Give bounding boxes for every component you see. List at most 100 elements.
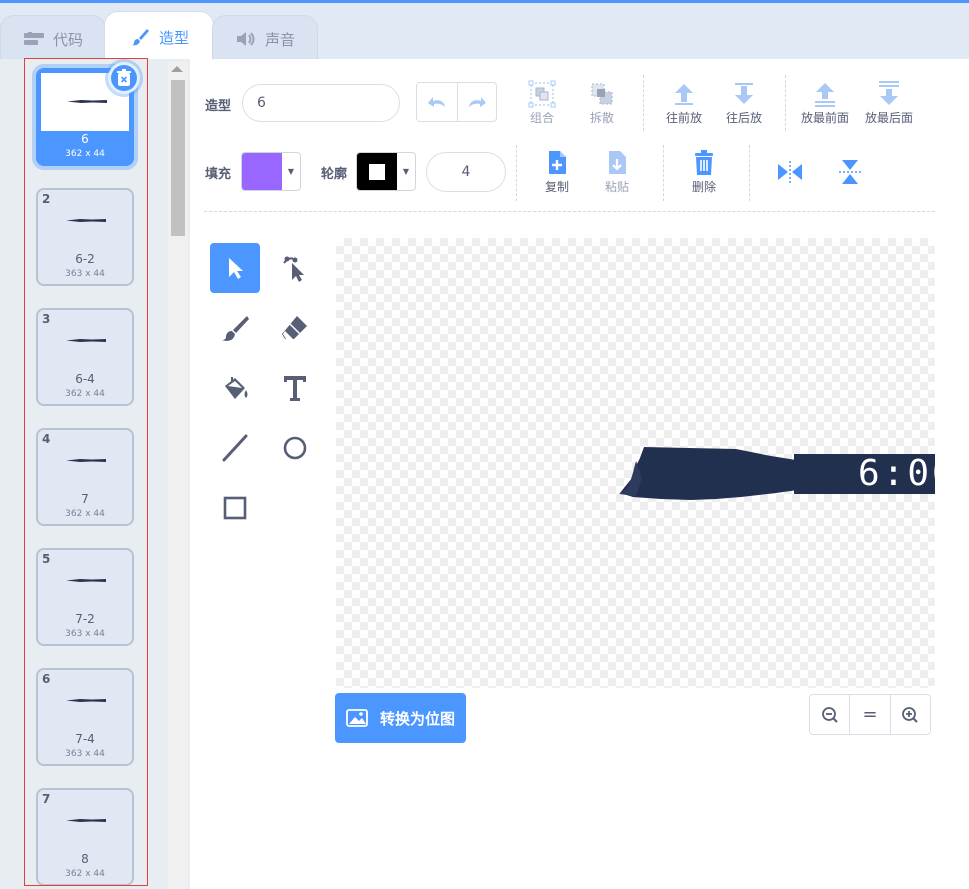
text-tool[interactable] (270, 363, 320, 413)
image-icon (346, 709, 368, 727)
delete-button[interactable]: 删除 (674, 148, 734, 195)
toolbar-divider (663, 145, 664, 201)
fill-color-swatch (242, 153, 282, 190)
brush-tool[interactable] (210, 303, 260, 353)
costume-size: 362 x 44 (65, 509, 105, 519)
circle-icon (283, 436, 307, 460)
costume-number: 6 (42, 672, 51, 686)
costume-number: 5 (42, 552, 51, 566)
zoom-controls: = (809, 694, 931, 735)
costume-thumbnail (66, 339, 106, 342)
costume-number: 2 (42, 192, 51, 206)
flip-horizontal-icon (778, 161, 802, 183)
drawing-canvas[interactable]: 6:00 (336, 238, 935, 688)
toolbar-divider (749, 145, 750, 201)
reshape-icon (283, 256, 304, 282)
costume-name: 7-4 (75, 732, 95, 746)
flip-horizontal-button[interactable] (760, 157, 820, 187)
paste-label: 粘贴 (604, 180, 629, 194)
scroll-thumb[interactable] (171, 80, 185, 236)
costume-name: 6 (81, 132, 89, 146)
trash-icon (117, 69, 131, 86)
eraser-icon (282, 316, 307, 339)
sprite-drawing (619, 447, 935, 500)
costume-card[interactable]: 4 7 362 x 44 (36, 428, 134, 526)
back-label: 放最后面 (864, 111, 913, 125)
select-icon (229, 258, 243, 279)
costume-thumbnail (66, 459, 106, 462)
paste-button[interactable]: 粘贴 (587, 148, 647, 195)
outline-color-picker[interactable]: ▼ (356, 152, 416, 191)
costume-number: 7 (42, 792, 51, 806)
costume-name: 6-4 (75, 372, 95, 386)
line-icon (222, 434, 248, 462)
chevron-down-icon: ▼ (287, 167, 295, 176)
forward-button[interactable]: 往前放 (654, 79, 714, 126)
fill-tool[interactable] (210, 363, 260, 413)
scroll-up-arrow-icon[interactable] (171, 66, 183, 72)
convert-to-bitmap-button[interactable]: 转换为位图 (335, 693, 466, 743)
rectangle-tool[interactable] (210, 483, 260, 533)
costume-card[interactable]: 7 8 362 x 44 (36, 788, 134, 885)
zoom-out-button[interactable] (810, 695, 849, 734)
backward-label: 往后放 (725, 111, 762, 125)
bring-to-front-icon (815, 83, 835, 107)
costume-list[interactable]: 1 6 362 x 44 2 6-2 363 x 44 3 6-4 362 x 44 4 7 362 … (24, 58, 148, 886)
costume-number: 4 (42, 432, 51, 446)
copy-icon (549, 151, 566, 174)
outline-width-value: 4 (461, 164, 471, 180)
costume-name-label: 造型 (205, 99, 232, 114)
delete-costume-button[interactable] (108, 62, 140, 94)
circle-tool[interactable] (270, 423, 320, 473)
costume-name: 7-2 (75, 612, 95, 626)
costume-size: 363 x 44 (65, 749, 105, 759)
copy-button[interactable]: 复制 (527, 148, 587, 195)
front-button[interactable]: 放最前面 (795, 79, 855, 126)
send-to-back-icon (879, 81, 899, 105)
costume-list-scrollbar[interactable] (168, 62, 188, 889)
group-button[interactable]: 组合 (512, 79, 572, 126)
ungroup-button[interactable]: 拆散 (572, 79, 632, 126)
ungroup-icon (591, 83, 613, 105)
brush-icon (222, 316, 249, 341)
backward-button[interactable]: 往后放 (714, 79, 774, 126)
zoom-in-button[interactable] (889, 695, 930, 734)
outline-width-input[interactable]: 4 (426, 152, 506, 192)
redo-button[interactable] (456, 83, 497, 121)
costume-card[interactable]: 6 7-4 363 x 44 (36, 668, 134, 766)
tab-code[interactable]: 代码 (0, 15, 106, 62)
toolbar-divider-horizontal (204, 211, 935, 212)
flip-vertical-button[interactable] (820, 157, 880, 187)
tab-costumes[interactable]: 造型 (104, 11, 214, 62)
zoom-reset-icon: = (862, 704, 878, 725)
eraser-tool[interactable] (270, 303, 320, 353)
costume-name: 7 (81, 492, 89, 506)
rectangle-icon (223, 496, 247, 520)
costume-card[interactable]: 2 6-2 363 x 44 (36, 188, 134, 286)
zoom-reset-button[interactable]: = (849, 695, 889, 734)
costume-size: 362 x 44 (65, 149, 105, 159)
back-button[interactable]: 放最后面 (859, 79, 919, 126)
zoom-out-icon (821, 706, 838, 723)
tab-code-label: 代码 (52, 30, 83, 49)
costume-card[interactable]: 3 6-4 362 x 44 (36, 308, 134, 406)
line-tool[interactable] (210, 423, 260, 473)
backward-icon (735, 83, 753, 104)
fill-color-picker[interactable]: ▼ (241, 152, 301, 191)
undo-button[interactable] (417, 83, 457, 121)
tab-sounds[interactable]: 声音 (212, 15, 318, 62)
group-label: 组合 (529, 111, 554, 125)
reshape-tool[interactable] (270, 243, 320, 293)
tab-sounds-label: 声音 (264, 30, 295, 49)
costume-thumbnail (66, 219, 106, 222)
paste-icon (609, 151, 626, 174)
tab-bar: 代码 造型 声音 (0, 3, 969, 62)
delete-label: 删除 (691, 180, 716, 194)
costume-name-input[interactable]: 6 (242, 84, 400, 122)
tab-costumes-label: 造型 (158, 28, 189, 47)
costume-size: 363 x 44 (65, 629, 105, 639)
select-tool[interactable] (210, 243, 260, 293)
front-label: 放最前面 (800, 111, 849, 125)
costume-card[interactable]: 5 7-2 363 x 44 (36, 548, 134, 646)
group-icon (528, 80, 556, 108)
